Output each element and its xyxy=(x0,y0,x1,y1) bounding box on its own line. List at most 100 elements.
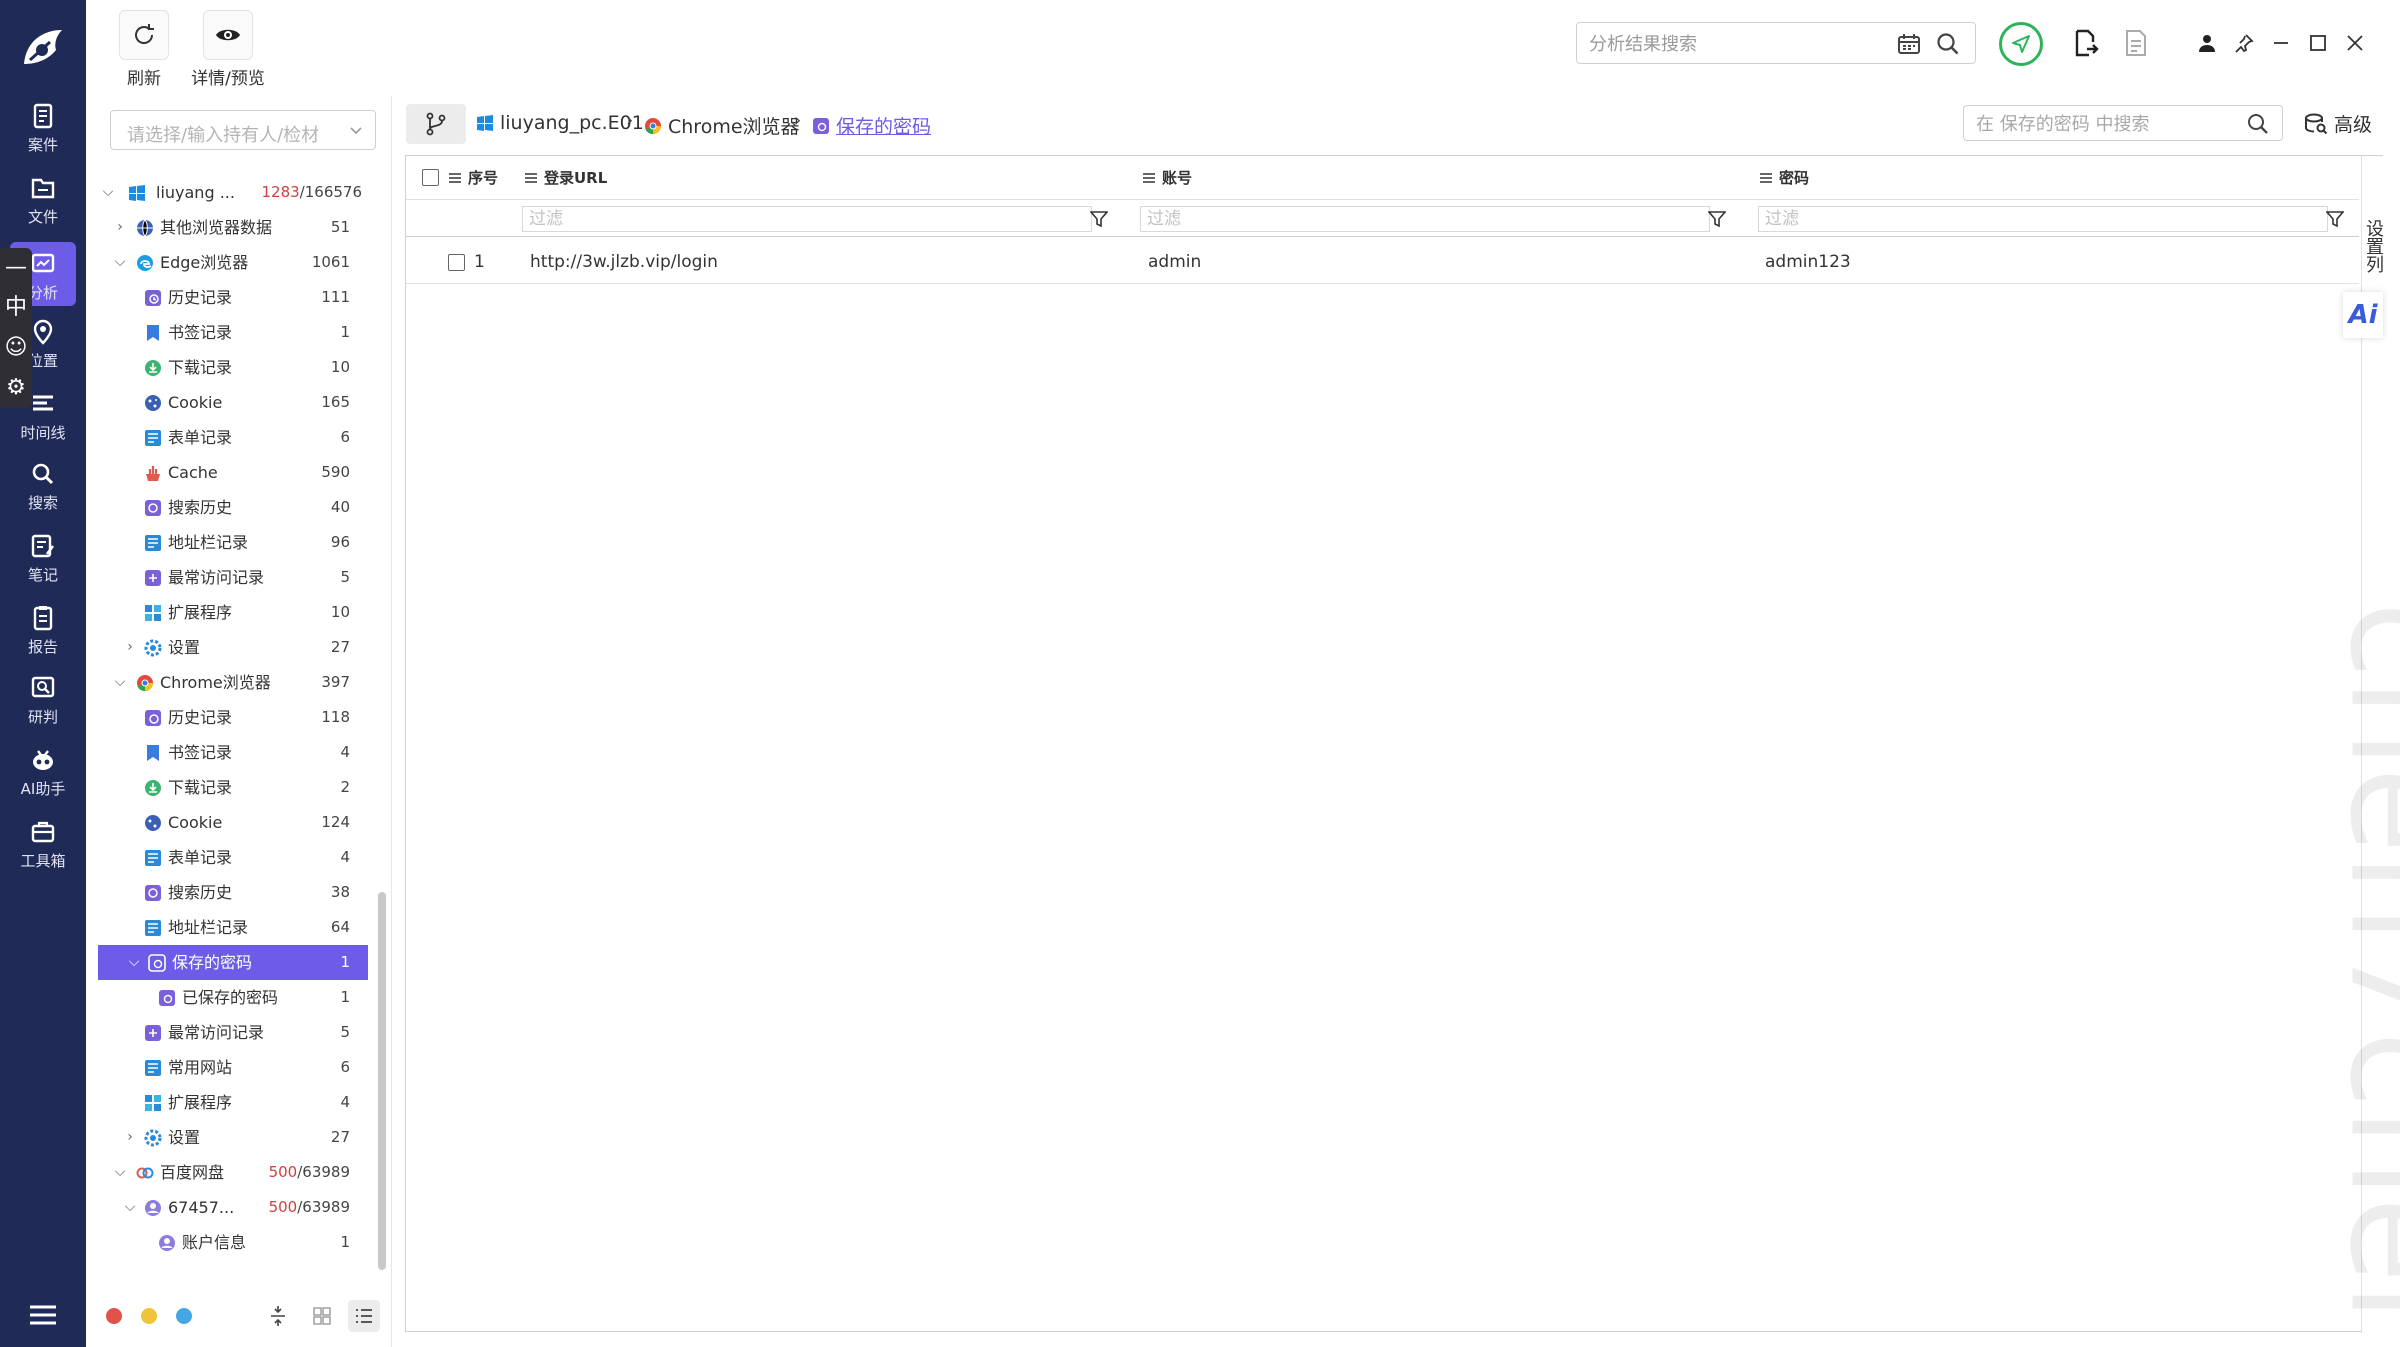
tree-row-chrome-settings[interactable]: › 设置 27 xyxy=(98,1120,368,1155)
password-filter-input[interactable] xyxy=(1765,209,2277,229)
search-icon[interactable] xyxy=(2246,112,2270,136)
tree-row-chrome-saved-passwords[interactable]: ⌵ 保存的密码 1 xyxy=(98,945,368,980)
search-icon[interactable] xyxy=(1935,31,1961,57)
expand-arrow-icon[interactable]: ⌵ xyxy=(100,175,116,210)
collapse-all-button[interactable] xyxy=(262,1300,294,1332)
tree-row-edge-downloads[interactable]: 下载记录 10 xyxy=(98,350,368,385)
send-button[interactable] xyxy=(1999,22,2043,66)
tree-row-chrome-forms[interactable]: 表单记录 4 xyxy=(98,840,368,875)
select-all-checkbox[interactable] xyxy=(422,169,439,186)
expand-arrow-icon[interactable]: › xyxy=(122,630,138,665)
filter-funnel-icon[interactable] xyxy=(1708,210,1726,228)
column-menu-icon[interactable] xyxy=(1759,172,1773,184)
expand-arrow-icon[interactable]: ⌵ xyxy=(126,945,142,980)
red-tag-dot[interactable] xyxy=(106,1308,122,1324)
expand-arrow-icon[interactable]: ⌵ xyxy=(112,245,128,280)
account-filter-box[interactable] xyxy=(1140,206,1710,232)
password-filter-box[interactable] xyxy=(1758,206,2328,232)
yellow-tag-dot[interactable] xyxy=(141,1308,157,1324)
ime-settings-button[interactable]: ⚙ xyxy=(0,368,32,408)
tree-row-chrome-search-history[interactable]: 搜索历史 38 xyxy=(98,875,368,910)
tree-row-chrome[interactable]: ⌵ Chrome浏览器 397 xyxy=(98,665,368,700)
tree-row-edge-extensions[interactable]: 扩展程序 10 xyxy=(98,595,368,630)
tree-row-account-info[interactable]: 账户信息 1 xyxy=(98,1225,368,1260)
tree-row-edge[interactable]: ⌵ Edge浏览器 1061 xyxy=(98,245,368,280)
tree-row-edge-address-bar[interactable]: 地址栏记录 96 xyxy=(98,525,368,560)
tree-row-edge-settings[interactable]: › 设置 27 xyxy=(98,630,368,665)
advanced-search-button[interactable]: 高级 xyxy=(2304,110,2372,137)
export-button[interactable] xyxy=(2071,28,2101,58)
calendar-icon[interactable] xyxy=(1897,33,1921,55)
column-menu-icon[interactable] xyxy=(1142,172,1156,184)
tree-row-chrome-address-bar[interactable]: 地址栏记录 64 xyxy=(98,910,368,945)
account-filter-input[interactable] xyxy=(1147,209,1659,229)
preview-button[interactable]: 详情/预览 xyxy=(178,10,278,90)
table-row[interactable]: 1 http://3w.jlzb.vip/login admin admin12… xyxy=(406,240,2359,284)
url-filter-box[interactable] xyxy=(522,206,1092,232)
branch-toggle-button[interactable] xyxy=(406,104,466,144)
tree-row-device[interactable]: ⌵ liuyang ... 1283/166576 xyxy=(98,175,368,210)
filter-funnel-icon[interactable] xyxy=(2326,210,2344,228)
column-header-index[interactable]: 序号 xyxy=(448,156,498,200)
expand-arrow-icon[interactable]: › xyxy=(122,1120,138,1155)
tree-row-edge-cookie[interactable]: Cookie 165 xyxy=(98,385,368,420)
tree-row-edge-bookmarks[interactable]: 书签记录 1 xyxy=(98,315,368,350)
ai-assistant-button[interactable]: Ai xyxy=(2343,292,2383,338)
column-header-url[interactable]: 登录URL xyxy=(524,156,607,200)
tree-row-edge-cache[interactable]: Cache 590 xyxy=(98,455,368,490)
column-menu-icon[interactable] xyxy=(448,172,462,184)
pin-button[interactable] xyxy=(2229,28,2259,58)
nav-item-toolbox[interactable]: 工具箱 xyxy=(0,818,86,882)
filter-funnel-icon[interactable] xyxy=(1090,210,1108,228)
tree-row-chrome-top-sites[interactable]: 最常访问记录 5 xyxy=(98,1015,368,1050)
nav-item-ai[interactable]: AI助手 xyxy=(0,746,86,810)
tree-row-saved-password-item[interactable]: 已保存的密码 1 xyxy=(98,980,368,1015)
breadcrumb-device[interactable]: liuyang_pc.E01 xyxy=(476,112,644,134)
refresh-button[interactable]: 刷新 xyxy=(116,10,172,90)
nav-item-case[interactable]: 案件 xyxy=(0,102,86,166)
tree-row-chrome-common-sites[interactable]: 常用网站 6 xyxy=(98,1050,368,1085)
result-search-input[interactable] xyxy=(1589,31,1889,57)
tree-row-other-browser[interactable]: › 其他浏览器数据 51 xyxy=(98,210,368,245)
minimize-button[interactable] xyxy=(2266,28,2296,58)
ime-emoji-button[interactable]: ☺ xyxy=(0,328,32,368)
tree-scrollbar[interactable] xyxy=(378,892,386,1270)
tree-row-chrome-cookie[interactable]: Cookie 124 xyxy=(98,805,368,840)
tree-row-chrome-downloads[interactable]: 下载记录 2 xyxy=(98,770,368,805)
row-checkbox[interactable] xyxy=(448,254,465,271)
user-button[interactable] xyxy=(2192,28,2222,58)
nav-item-note[interactable]: 笔记 xyxy=(0,532,86,596)
expand-arrow-icon[interactable]: ⌵ xyxy=(112,1155,128,1190)
tree-row-baidu-account[interactable]: ⌵ 67457... 500/63989 xyxy=(98,1190,368,1225)
tree-row-chrome-history[interactable]: 历史记录 118 xyxy=(98,700,368,735)
tree-row-chrome-extensions[interactable]: 扩展程序 4 xyxy=(98,1085,368,1120)
breadcrumb-chrome[interactable]: Chrome浏览器 xyxy=(644,112,800,139)
blue-tag-dot[interactable] xyxy=(176,1308,192,1324)
result-search-box[interactable] xyxy=(1576,22,1976,64)
tree-row-edge-top-sites[interactable]: 最常访问记录 5 xyxy=(98,560,368,595)
table-search-input[interactable] xyxy=(1976,112,2236,136)
nav-item-search[interactable]: 搜索 xyxy=(0,460,86,524)
close-button[interactable] xyxy=(2340,28,2370,58)
tree-row-chrome-bookmarks[interactable]: 书签记录 4 xyxy=(98,735,368,770)
ime-language-button[interactable]: 中 xyxy=(0,288,32,328)
nav-item-file[interactable]: 文件 xyxy=(0,174,86,238)
list-view-button[interactable] xyxy=(348,1300,380,1332)
nav-item-report[interactable]: 报告 xyxy=(0,604,86,668)
column-header-password[interactable]: 密码 xyxy=(1759,156,1809,200)
maximize-button[interactable] xyxy=(2303,28,2333,58)
report-doc-button[interactable] xyxy=(2121,28,2151,58)
tree-row-baidu-pan[interactable]: ⌵ 百度网盘 500/63989 xyxy=(98,1155,368,1190)
tree-row-edge-search-history[interactable]: 搜索历史 40 xyxy=(98,490,368,525)
expand-arrow-icon[interactable]: ⌵ xyxy=(112,665,128,700)
table-search-box[interactable] xyxy=(1963,105,2283,141)
tree-row-edge-history[interactable]: 历史记录 111 xyxy=(98,280,368,315)
grid-view-button[interactable] xyxy=(306,1300,338,1332)
nav-item-judge[interactable]: 研判 xyxy=(0,674,86,738)
breadcrumb-current[interactable]: 保存的密码 xyxy=(812,112,931,139)
expand-arrow-icon[interactable]: ⌵ xyxy=(122,1190,138,1225)
url-filter-input[interactable] xyxy=(529,209,1041,229)
holder-select[interactable]: 请选择/输入持有人/检材 xyxy=(110,110,376,150)
hamburger-menu-icon[interactable] xyxy=(28,1302,58,1328)
column-header-account[interactable]: 账号 xyxy=(1142,156,1192,200)
